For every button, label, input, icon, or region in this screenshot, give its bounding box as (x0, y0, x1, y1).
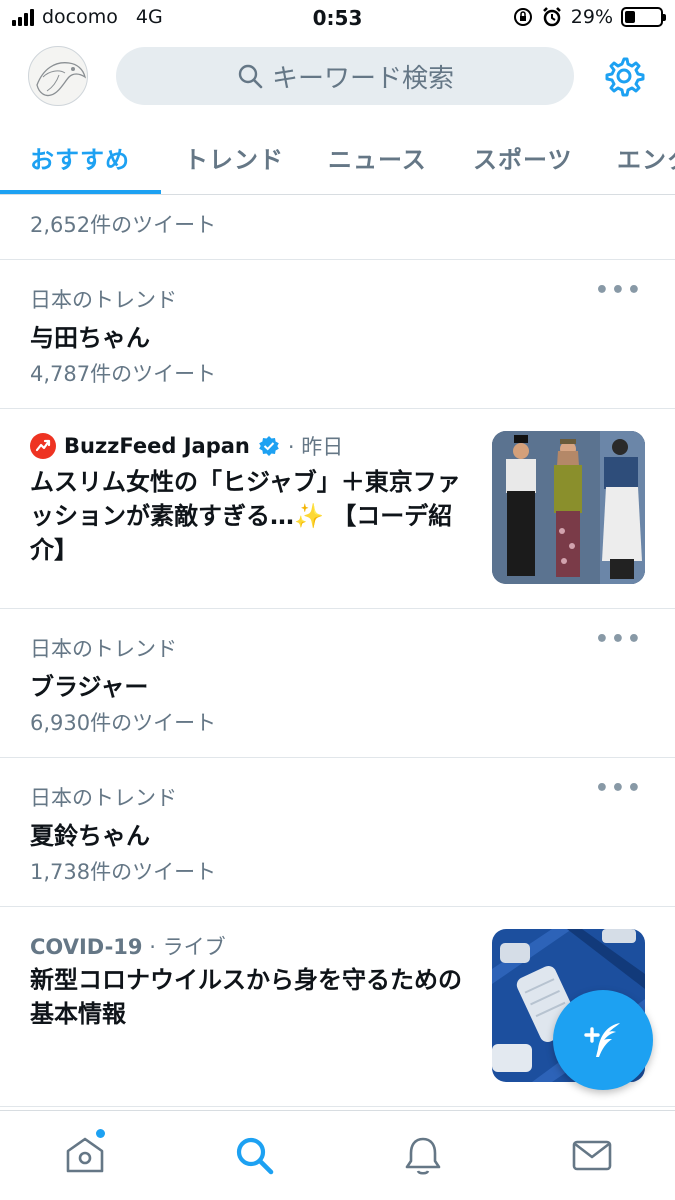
trend-item[interactable]: 日本のトレンド ••• ブラジャー 6,930件のツイート (0, 609, 675, 758)
explore-feed: 2,652件のツイート 日本のトレンド ••• 与田ちゃん 4,787件のツイー… (0, 195, 675, 1110)
search-icon[interactable] (232, 1133, 276, 1177)
new-content-dot (96, 1129, 105, 1138)
home-icon[interactable] (63, 1133, 107, 1177)
source-name: BuzzFeed Japan (64, 434, 250, 458)
tweet-count: 6,930件のツイート (30, 711, 217, 735)
post-time: · 昨日 (287, 435, 344, 459)
search-input[interactable]: キーワード検索 (116, 47, 574, 105)
news-headline: ムスリム女性の「ヒジャブ」＋東京ファッションが素敵すぎる…✨ 【コーデ紹介】 (30, 468, 461, 564)
news-thumbnail (492, 431, 645, 584)
trend-title: 与田ちゃん (30, 324, 150, 352)
battery-icon (621, 7, 666, 27)
gear-icon[interactable] (603, 55, 645, 97)
news-source: BuzzFeed Japan · 昨日 (30, 431, 343, 461)
trend-context: 日本のトレンド (30, 786, 177, 810)
status-right: 29% (513, 6, 666, 28)
tweet-count: 2,652件のツイート (30, 213, 217, 237)
top-header: キーワード検索 (0, 38, 675, 118)
bottom-navigation (0, 1110, 675, 1200)
tab-recommended[interactable]: おすすめ (30, 140, 130, 175)
active-tab-indicator (0, 190, 161, 194)
buzzfeed-logo-icon (30, 433, 56, 459)
more-options-icon[interactable]: ••• (595, 278, 643, 303)
tab-sports[interactable]: スポーツ (473, 140, 573, 175)
trend-context: 日本のトレンド (30, 288, 177, 312)
tab-entertainment[interactable]: エンタ (617, 140, 675, 175)
verified-badge-icon (259, 436, 279, 456)
tweet-count: 4,787件のツイート (30, 362, 217, 386)
compose-tweet-button[interactable] (553, 990, 653, 1090)
explore-tabs: おすすめ トレンド ニュース スポーツ エンタ (0, 118, 675, 195)
news-item[interactable]: BuzzFeed Japan · 昨日 ムスリム女性の「ヒジャブ」＋東京ファッシ… (0, 409, 675, 609)
covid-label: COVID-19 (30, 935, 143, 959)
alarm-icon (542, 7, 561, 27)
live-label: · ライブ (149, 935, 226, 959)
trend-title: 夏鈴ちゃん (30, 822, 150, 850)
battery-percent: 29% (570, 6, 613, 28)
avatar[interactable] (28, 46, 88, 106)
tweet-count: 1,738件のツイート (30, 860, 217, 884)
trend-context: 日本のトレンド (30, 637, 177, 661)
status-bar: docomo 4G 0:53 29% (0, 0, 675, 38)
messages-icon[interactable] (570, 1133, 614, 1177)
search-placeholder: キーワード検索 (271, 63, 454, 94)
trend-item-partial[interactable]: 2,652件のツイート (0, 195, 675, 260)
tab-news[interactable]: ニュース (328, 140, 427, 175)
more-options-icon[interactable]: ••• (595, 776, 643, 801)
covid-headline: 新型コロナウイルスから身を守るための基本情報 (30, 966, 462, 1028)
search-icon (238, 64, 263, 89)
trend-title: ブラジャー (30, 673, 149, 701)
compose-feather-icon (584, 1023, 620, 1057)
trend-item[interactable]: 日本のトレンド ••• 与田ちゃん 4,787件のツイート (0, 260, 675, 409)
covid-context: COVID-19 · ライブ (30, 931, 226, 961)
orientation-lock-icon (513, 8, 532, 26)
more-options-icon[interactable]: ••• (595, 627, 643, 652)
trend-item[interactable]: 日本のトレンド ••• 夏鈴ちゃん 1,738件のツイート (0, 758, 675, 907)
notifications-icon[interactable] (401, 1133, 445, 1177)
tab-trends[interactable]: トレンド (184, 140, 284, 175)
